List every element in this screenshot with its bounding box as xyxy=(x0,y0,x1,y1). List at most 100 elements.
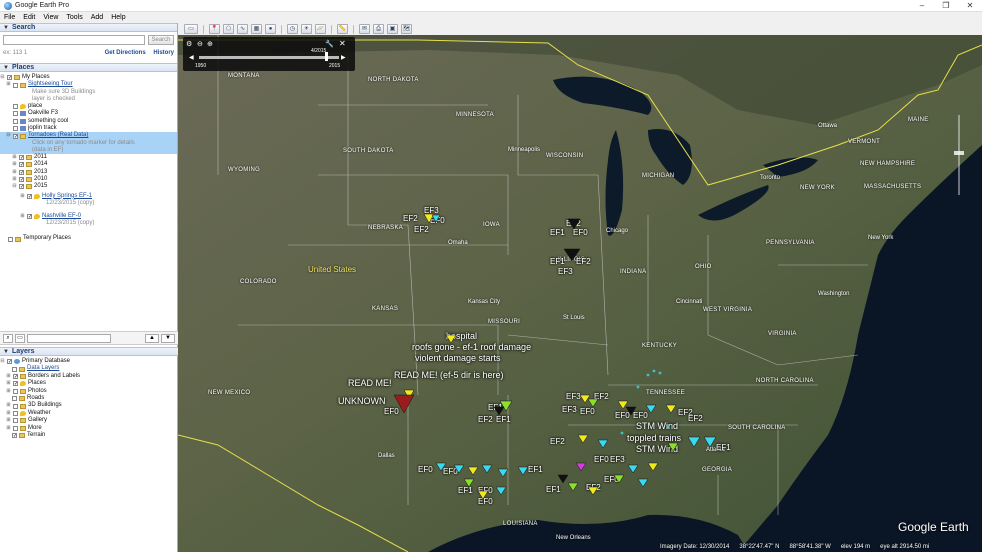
tree-row-2010[interactable]: ⊞ ✓ 2010 xyxy=(0,176,177,183)
checkbox[interactable]: ✓ xyxy=(19,177,24,183)
add-path-icon[interactable]: ∿ xyxy=(237,24,248,34)
checkbox[interactable] xyxy=(8,236,13,242)
tree-row-temporary-places[interactable]: Temporary Places xyxy=(0,235,177,242)
tour-play-icon[interactable]: ▭ xyxy=(15,333,25,343)
time-slider-knob[interactable] xyxy=(325,52,328,61)
tree-row-oakville[interactable]: Oakville F3 xyxy=(0,110,177,117)
expand-icon[interactable]: ⊞ xyxy=(20,213,25,220)
expand-icon[interactable]: ⊞ xyxy=(6,402,11,409)
save-image-icon[interactable]: ▣ xyxy=(387,24,398,34)
layer-row[interactable]: ⊞ Photos xyxy=(0,388,178,395)
expand-icon[interactable]: ⊞ xyxy=(12,161,17,168)
move-up-icon[interactable]: ▲ xyxy=(145,333,159,343)
get-directions-link[interactable]: Get Directions xyxy=(105,50,146,56)
zoom-out-icon[interactable]: ⊖ xyxy=(197,40,203,48)
checkbox[interactable]: ✓ xyxy=(13,381,18,387)
expand-icon[interactable]: ⊞ xyxy=(6,81,11,88)
menu-file[interactable]: File xyxy=(4,14,15,21)
checkbox[interactable]: ✓ xyxy=(27,214,32,220)
zoom-slider-knob[interactable] xyxy=(954,151,964,155)
layer-row[interactable]: ⊞ Weather xyxy=(0,410,178,417)
places-panel-header[interactable]: ▼ Places xyxy=(0,63,177,72)
step-back-icon[interactable]: ◀ xyxy=(189,54,194,61)
checkbox[interactable] xyxy=(13,418,18,424)
add-overlay-icon[interactable]: ▦ xyxy=(251,24,262,34)
checkbox[interactable] xyxy=(13,82,18,88)
menu-edit[interactable]: Edit xyxy=(23,14,35,21)
expand-icon[interactable]: ⊞ xyxy=(6,380,11,387)
checkbox[interactable]: ✓ xyxy=(19,154,24,160)
planet-icon[interactable]: 🪐 xyxy=(315,24,326,34)
layer-row[interactable]: ⊟ ✓ Primary Database xyxy=(0,358,178,365)
checkbox[interactable] xyxy=(13,103,18,109)
tree-row-my-places[interactable]: ⊟ ✓ My Places xyxy=(0,74,177,81)
settings-icon[interactable]: ⚙ xyxy=(186,40,192,48)
layer-row[interactable]: ✓ Terrain xyxy=(0,432,178,439)
expand-icon[interactable]: ⊞ xyxy=(6,425,11,432)
layer-row[interactable]: ⊞ ✓ Places xyxy=(0,380,178,387)
checkbox[interactable]: ✓ xyxy=(27,193,32,199)
checkbox[interactable] xyxy=(13,425,18,431)
add-polygon-icon[interactable]: ⬠ xyxy=(223,24,234,34)
layer-row[interactable]: ⊞ More xyxy=(0,425,178,432)
record-tour-icon[interactable]: ● xyxy=(265,24,276,34)
expand-icon[interactable]: ⊞ xyxy=(6,388,11,395)
wrench-icon[interactable]: 🔧 xyxy=(325,40,334,48)
collapse-icon[interactable]: ⊟ xyxy=(6,132,11,139)
layer-row[interactable]: Roads xyxy=(0,395,178,402)
checkbox[interactable] xyxy=(12,396,17,402)
close-button[interactable]: ✕ xyxy=(958,0,982,12)
earth-map-view[interactable]: MONTANA NORTH DAKOTA MINNESOTA SOUTH DAK… xyxy=(178,35,982,552)
tree-row-joplin-track[interactable]: joplin track xyxy=(0,125,177,132)
layer-row[interactable]: ⊞ ✓ Borders and Labels xyxy=(0,373,178,380)
zoom-slider[interactable] xyxy=(954,115,964,195)
checkbox[interactable] xyxy=(13,388,18,394)
menu-view[interactable]: View xyxy=(43,14,58,21)
expand-icon[interactable]: ⊞ xyxy=(12,154,17,161)
step-forward-icon[interactable]: ▶ xyxy=(341,54,346,61)
search-input[interactable] xyxy=(3,35,145,45)
checkbox[interactable]: ✓ xyxy=(19,184,24,190)
checkbox[interactable]: ✓ xyxy=(7,359,12,365)
tree-row-2014[interactable]: ⊞ ✓ 2014 xyxy=(0,161,177,168)
checkbox[interactable] xyxy=(12,366,17,372)
tree-row-2013[interactable]: ⊞ ✓ 2013 xyxy=(0,169,177,176)
layer-row[interactable]: ⊞ Gallery xyxy=(0,417,178,424)
hide-sidebar-icon[interactable]: ▭ xyxy=(184,24,198,34)
expand-icon[interactable]: ⊞ xyxy=(6,410,11,417)
zoom-in-icon[interactable]: ⊕ xyxy=(207,40,213,48)
ruler-icon[interactable]: 📏 xyxy=(337,24,348,34)
checkbox[interactable] xyxy=(13,111,18,117)
historical-imagery-icon[interactable]: ◷ xyxy=(287,24,298,34)
checkbox[interactable] xyxy=(13,410,18,416)
checkbox[interactable]: ✓ xyxy=(13,373,18,379)
expand-icon[interactable]: ⊞ xyxy=(12,169,17,176)
checkbox[interactable]: ✓ xyxy=(7,75,12,81)
close-icon[interactable]: ✕ xyxy=(339,39,346,48)
layer-row[interactable]: Data Layers xyxy=(0,365,178,372)
checkbox[interactable]: ✓ xyxy=(19,162,24,168)
time-slider-track[interactable] xyxy=(199,56,339,59)
collapse-icon[interactable]: ⊟ xyxy=(0,74,5,81)
checkbox[interactable] xyxy=(13,403,18,409)
add-placemark-icon[interactable]: 📍 xyxy=(209,24,220,34)
history-link[interactable]: History xyxy=(153,50,174,56)
layers-panel-header[interactable]: ▼ Layers xyxy=(0,347,178,356)
tree-row-2015[interactable]: ⊟ ✓ 2015 xyxy=(0,183,177,190)
sunlight-icon[interactable]: ☀ xyxy=(301,24,312,34)
move-down-icon[interactable]: ▼ xyxy=(161,333,175,343)
minimize-button[interactable]: – xyxy=(910,0,934,12)
tree-row-2011[interactable]: ⊞ ✓ 2011 xyxy=(0,154,177,161)
tree-row-something-cool[interactable]: something cool xyxy=(0,118,177,125)
view-in-maps-icon[interactable]: 🗺 xyxy=(401,24,412,34)
checkbox[interactable] xyxy=(13,118,18,124)
collapse-icon[interactable]: ⊟ xyxy=(0,358,5,365)
expand-icon[interactable]: ⊞ xyxy=(20,193,25,200)
search-panel-header[interactable]: ▼ Search xyxy=(0,23,177,32)
time-slider[interactable]: ⚙ ⊖ ⊕ ✕ 🔧 4/2015 ◀ ▶ 1950 2015 xyxy=(183,37,355,71)
menu-tools[interactable]: Tools xyxy=(66,14,82,21)
search-button[interactable]: Search xyxy=(148,35,174,45)
expand-icon[interactable]: ⊞ xyxy=(6,373,11,380)
places-filter-input[interactable] xyxy=(27,333,111,343)
tree-row-place[interactable]: place xyxy=(0,103,177,110)
